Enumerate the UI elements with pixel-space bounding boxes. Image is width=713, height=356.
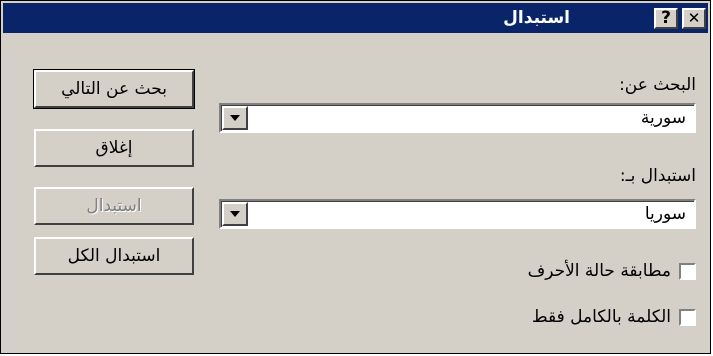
whole-word-label: الكلمة بالكامل فقط [531, 307, 671, 327]
match-case-label: مطابقة حالة الأحرف [527, 261, 671, 281]
find-label: البحث عن: [619, 75, 696, 95]
find-combobox[interactable]: سورية [219, 103, 696, 133]
replace-button[interactable]: استبدال [34, 187, 194, 225]
whole-word-option[interactable]: الكلمة بالكامل فقط [532, 305, 696, 329]
close-window-button[interactable]: ✕ [682, 8, 706, 29]
close-label: إغلاق [95, 138, 133, 158]
replace-label: استبدال [86, 196, 142, 216]
match-case-checkbox[interactable] [679, 262, 696, 280]
help-button[interactable]: ? [654, 8, 678, 29]
replace-combobox[interactable]: سوريا [219, 199, 696, 229]
replace-label-text: استبدال بـ: [619, 166, 696, 186]
window-title: استبدال [503, 8, 570, 28]
replace-input[interactable]: سوريا [645, 204, 686, 224]
find-next-label: بحث عن التالي [61, 79, 167, 99]
title-bar[interactable]: استبدال ? ✕ [3, 3, 708, 33]
match-case-option[interactable]: مطابقة حالة الأحرف [528, 259, 696, 283]
replace-all-label: استبدال الكل [67, 246, 161, 266]
find-input[interactable]: سورية [641, 108, 686, 128]
whole-word-checkbox[interactable] [679, 308, 696, 326]
close-button[interactable]: إغلاق [34, 129, 194, 167]
find-next-button[interactable]: بحث عن التالي [33, 69, 195, 109]
close-icon: ✕ [687, 9, 701, 27]
replace-dropdown-arrow-icon[interactable] [222, 202, 248, 226]
replace-all-button[interactable]: استبدال الكل [34, 237, 194, 275]
replace-dialog: استبدال ? ✕ بحث عن التالي إغلاق استبدال … [0, 0, 711, 354]
help-icon: ? [661, 8, 671, 28]
find-dropdown-arrow-icon[interactable] [222, 106, 248, 130]
